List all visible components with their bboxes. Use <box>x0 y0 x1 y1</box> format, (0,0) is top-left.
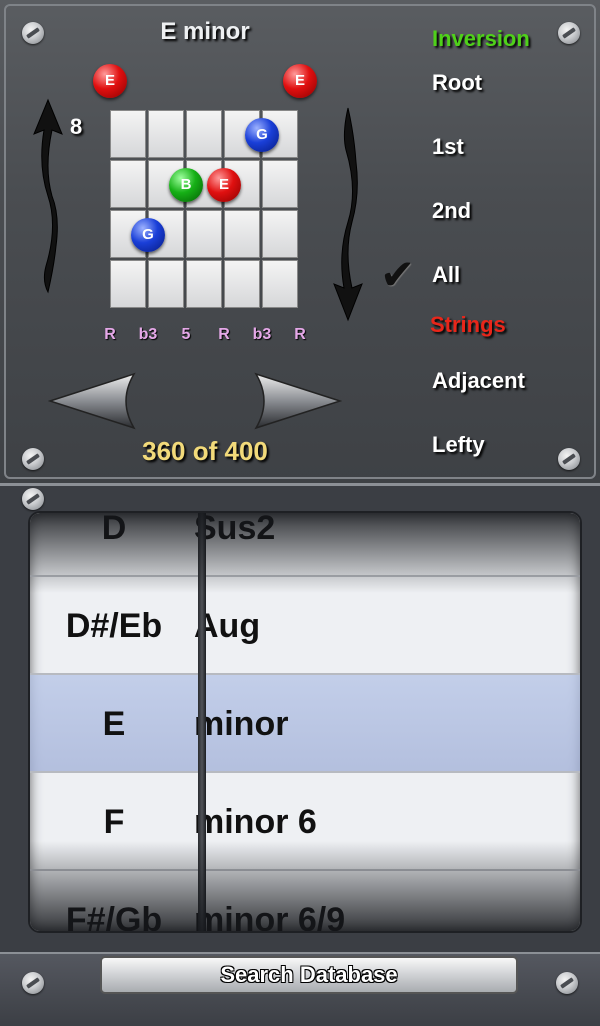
picker-row[interactable]: F#/Gb minor 6/9 <box>30 871 580 933</box>
strings-header: Strings <box>430 312 506 337</box>
screw-icon <box>22 488 44 510</box>
checkmark-icon: ✔ <box>380 251 416 298</box>
chord-counter: 360 of 400 <box>142 436 268 466</box>
chord-note-dot: G <box>245 118 279 152</box>
interval-label: R <box>104 326 116 343</box>
open-string-dot: E <box>283 64 317 98</box>
fret-cell <box>186 210 222 258</box>
picker-row[interactable]: D#/Eb Aug <box>30 577 580 675</box>
screw-icon <box>556 972 578 994</box>
interval-label: b3 <box>138 326 158 343</box>
interval-label: R <box>294 326 306 343</box>
next-position-down-arrow-icon[interactable] <box>330 104 366 324</box>
picker-root-note: E <box>102 705 126 743</box>
fret-cell <box>262 210 298 258</box>
fret-cell <box>186 260 222 308</box>
inversion-second-option[interactable]: 2nd <box>432 198 471 224</box>
search-database-button[interactable]: Search Database <box>100 956 518 994</box>
screw-icon <box>558 448 580 470</box>
picker-root-note: F <box>103 803 125 841</box>
picker-column-divider <box>198 513 206 931</box>
lefty-option[interactable]: Lefty <box>432 432 485 458</box>
fret-number-label: 8 <box>70 114 83 139</box>
interval-label: 5 <box>181 326 191 343</box>
chord-title: E minor <box>160 18 250 45</box>
picker-root-note: D#/Eb <box>65 607 163 645</box>
picker-chord-type: minor 6/9 <box>194 901 346 933</box>
fret-cell <box>186 110 222 158</box>
interval-label: R <box>218 326 230 343</box>
chord-note-dot: B <box>169 168 203 202</box>
fret-cell <box>224 260 260 308</box>
screw-icon <box>22 22 44 44</box>
inversion-root-option[interactable]: Root <box>432 70 482 96</box>
fret-cell <box>224 210 260 258</box>
picker-chord-type: minor <box>194 705 289 743</box>
picker-root-note: D <box>101 511 127 547</box>
previous-position-up-arrow-icon[interactable] <box>30 96 66 296</box>
next-chord-arrow-icon[interactable] <box>252 372 342 430</box>
chord-note-dot: E <box>207 168 241 202</box>
open-string-dot: E <box>93 64 127 98</box>
picker-chord-type: minor 6 <box>194 803 317 841</box>
picker-root-note: F#/Gb <box>65 901 163 933</box>
fret-cell <box>262 260 298 308</box>
fret-cell <box>148 260 184 308</box>
inversion-header: Inversion <box>432 26 530 51</box>
fret-cell <box>148 110 184 158</box>
picker-row[interactable]: Fminor 6 <box>30 773 580 871</box>
chord-note-dot: G <box>131 218 165 252</box>
picker-row-selected[interactable]: Eminor <box>30 675 580 773</box>
fret-cell <box>110 260 146 308</box>
inversion-all-option[interactable]: All <box>432 262 460 288</box>
fret-cell <box>110 160 146 208</box>
previous-chord-arrow-icon[interactable] <box>48 372 138 430</box>
interval-label: b3 <box>252 326 272 343</box>
screw-icon <box>22 972 44 994</box>
picker-chord-type: Sus2 <box>194 511 276 547</box>
fret-cell <box>110 110 146 158</box>
screw-icon <box>558 22 580 44</box>
screw-icon <box>22 448 44 470</box>
picker-row[interactable]: D Sus2 <box>30 511 580 577</box>
fret-cell <box>262 160 298 208</box>
inversion-first-option[interactable]: 1st <box>432 134 464 160</box>
chord-picker-wheel[interactable]: D Sus2 D#/Eb Aug Eminor Fminor 6 F#/Gb minor 6/… <box>28 511 582 933</box>
adjacent-strings-option[interactable]: Adjacent <box>432 368 525 394</box>
